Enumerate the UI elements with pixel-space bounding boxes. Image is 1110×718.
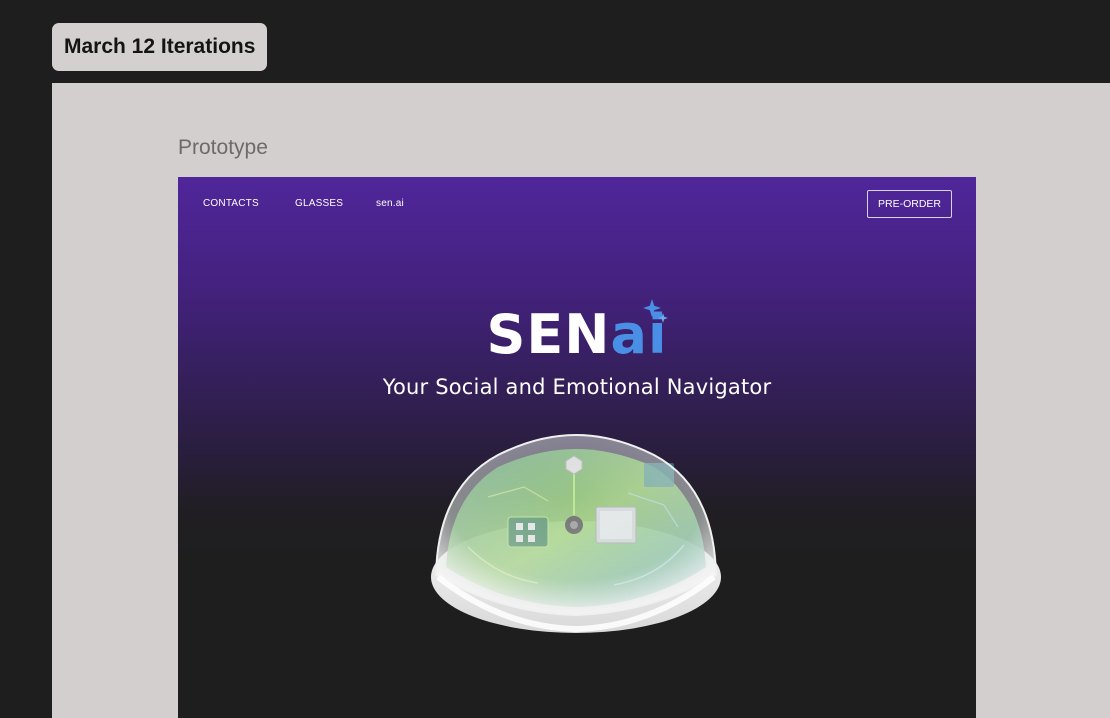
nav-link-senai[interactable]: sen.ai (376, 198, 404, 209)
sparkle-icon (643, 299, 668, 323)
design-canvas: Prototype CONTACTS GLASSES sen.ai PRE-OR… (52, 83, 1110, 718)
logo-main-text: SEN (486, 303, 611, 366)
prototype-frame: CONTACTS GLASSES sen.ai PRE-ORDER SENai … (178, 177, 976, 718)
pre-order-button[interactable]: PRE-ORDER (867, 190, 952, 218)
senai-logo: SENai (178, 305, 976, 365)
nav-link-glasses[interactable]: GLASSES (295, 198, 343, 209)
frame-title[interactable]: March 12 Iterations (52, 23, 268, 71)
dome-device-image (431, 433, 721, 633)
section-label[interactable]: Prototype (178, 136, 268, 160)
nav-link-contacts[interactable]: CONTACTS (203, 198, 259, 209)
hero-tagline: Your Social and Emotional Navigator (382, 375, 772, 399)
